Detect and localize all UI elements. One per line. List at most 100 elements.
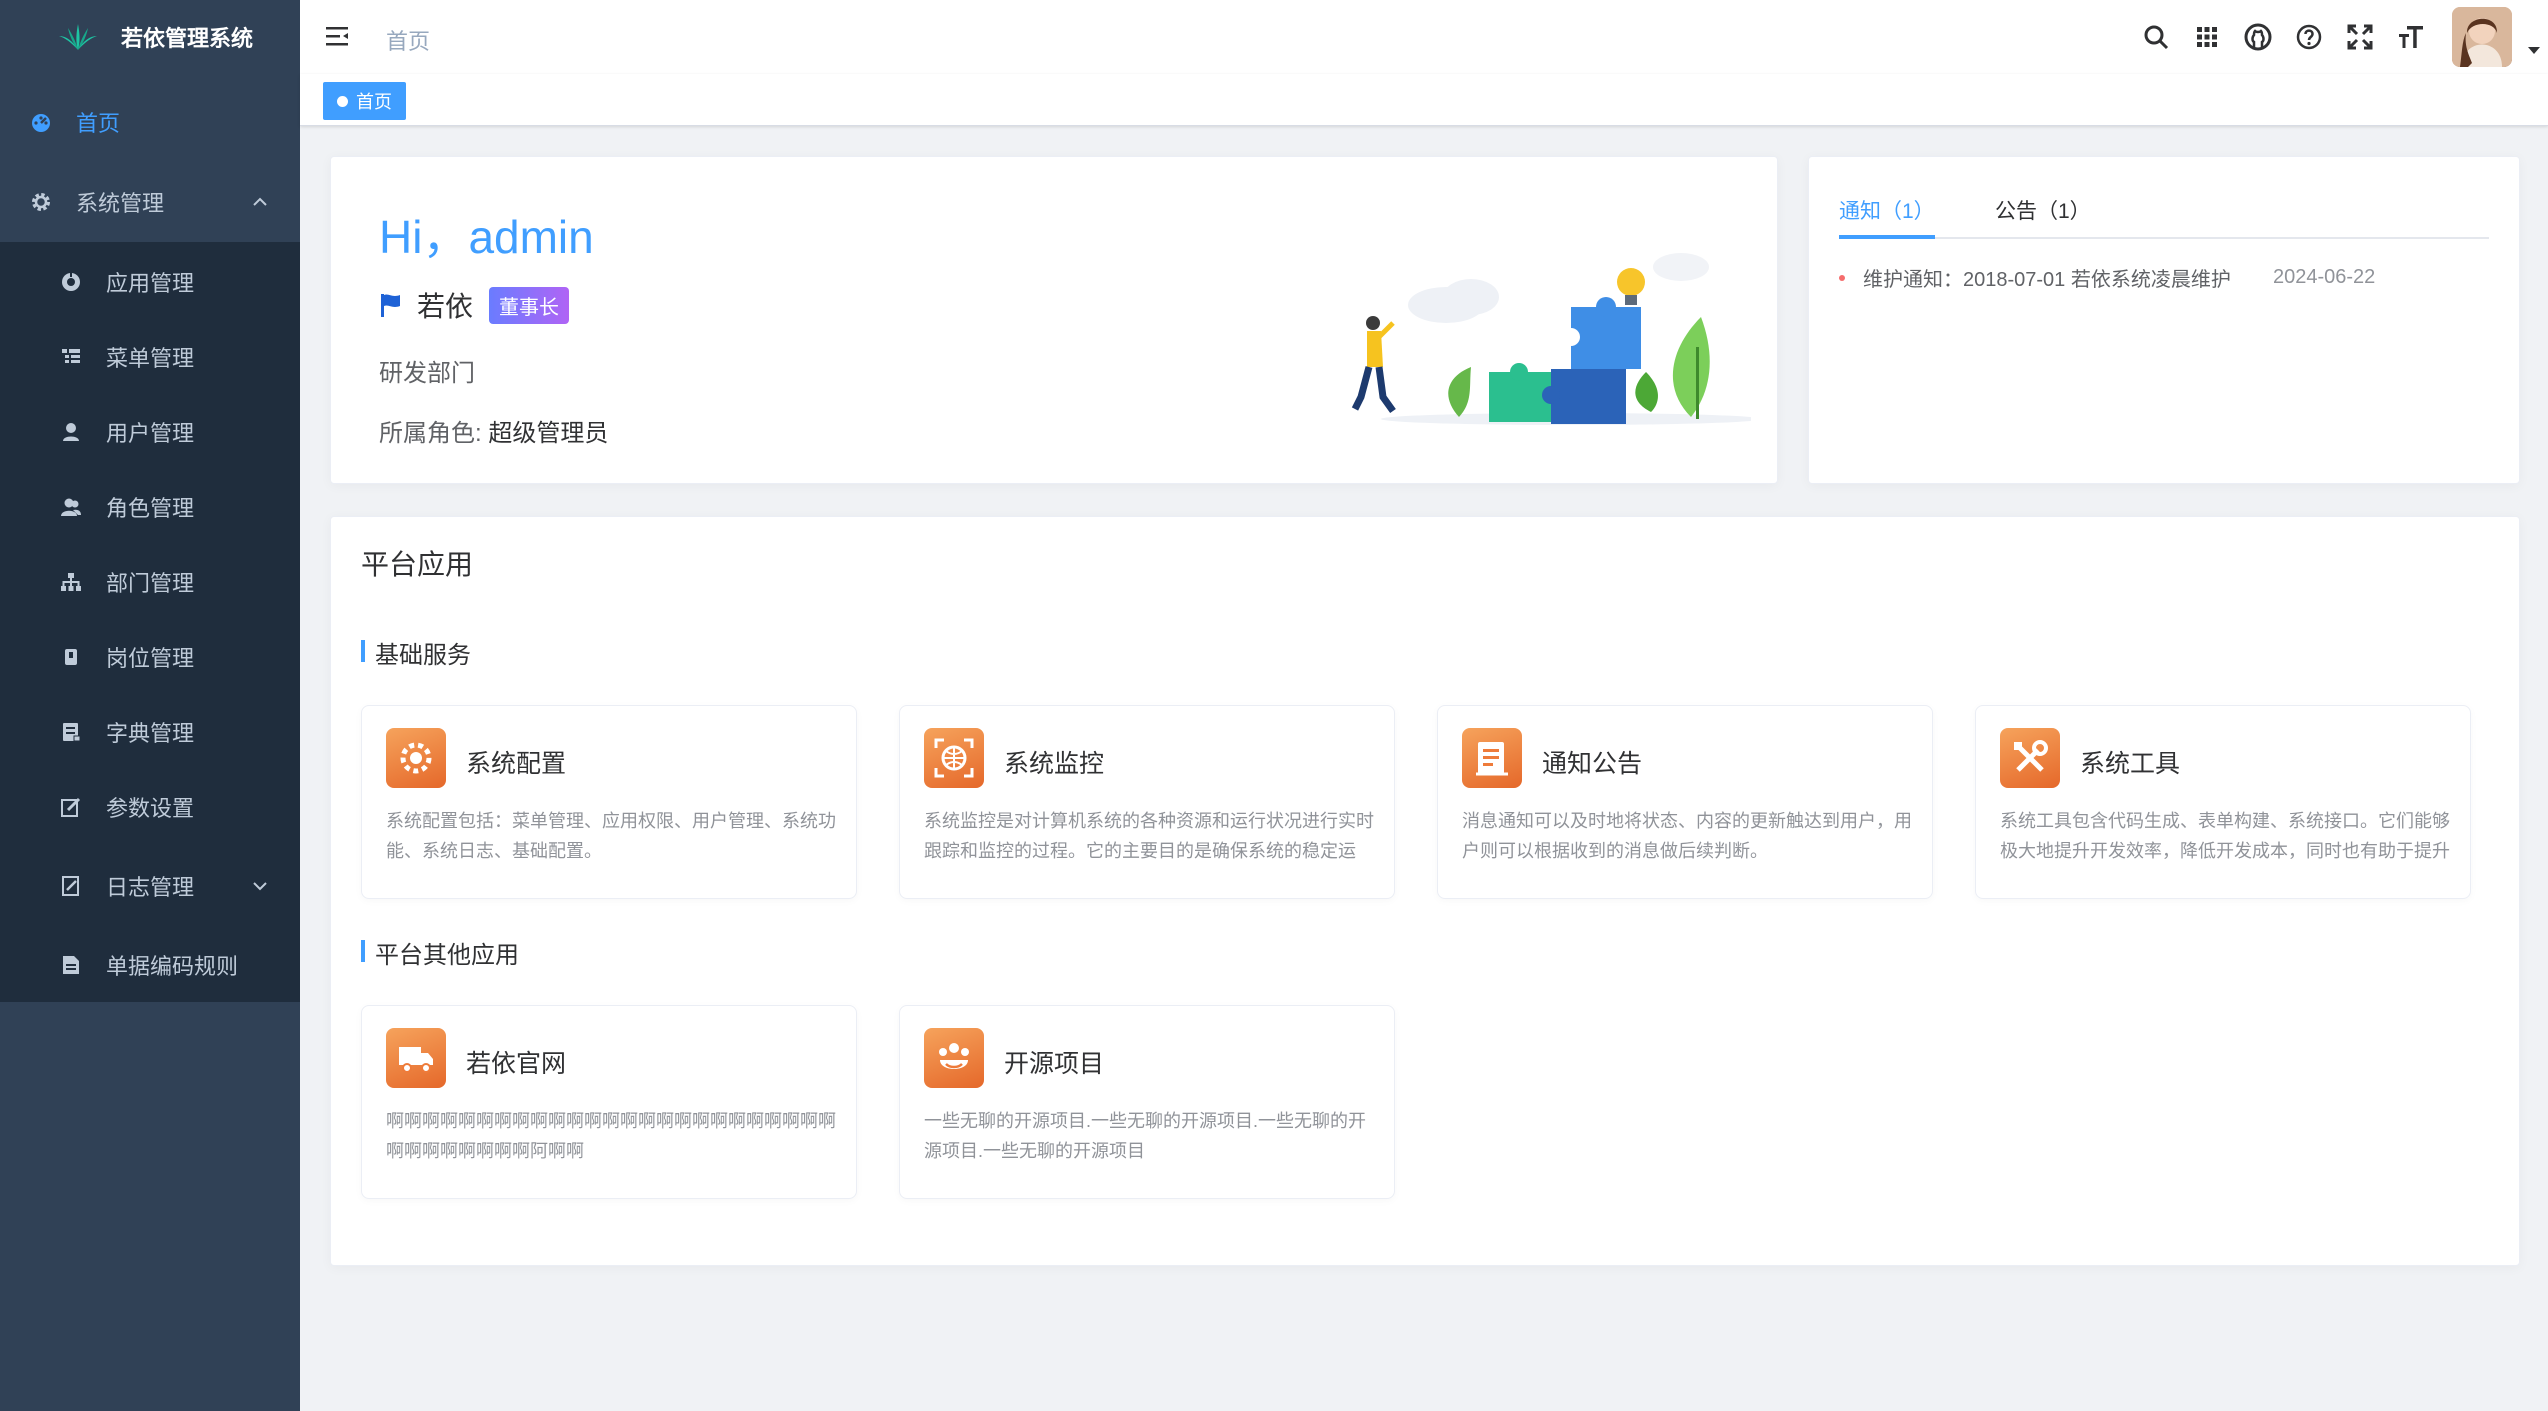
app-card-notice[interactable]: 通知公告 消息通知可以及时地将状态、内容的更新触达到用户，用户则可以根据收到的消… — [1437, 705, 1933, 899]
app-name: 开源项目 — [1004, 1050, 1105, 1078]
sidebar-item-label: 参数设置 — [106, 796, 195, 821]
chevron-down-icon — [253, 882, 267, 891]
app-card-system-config[interactable]: 系统配置 系统配置包括：菜单管理、应用权限、用户管理、系统功能、系统日志、基础配… — [361, 705, 857, 899]
section-title-basic: 基础服务 — [361, 635, 471, 670]
user-name-row: 若依 董事长 — [379, 285, 570, 325]
role-line: 所属角色: 超级管理员 — [379, 413, 608, 448]
notice-title: 维护通知：2018-07-01 若依系统凌晨维护 — [1863, 269, 2231, 291]
app-card-ruoyi-site[interactable]: 若依官网 啊啊啊啊啊啊啊啊啊啊啊啊啊啊啊啊啊啊啊啊啊啊啊啊啊啊啊啊啊啊啊啊啊阿啊… — [361, 1005, 857, 1199]
gear-icon — [30, 191, 52, 213]
notice-card: 通知（1） 公告（1） 维护通知：2018-07-01 若依系统凌晨维护 202… — [1808, 156, 2520, 484]
sidebar-item-label: 字典管理 — [106, 721, 195, 746]
tag-dot — [337, 95, 348, 107]
navbar: 首页 — [300, 0, 2548, 74]
font-size-icon[interactable] — [2385, 0, 2436, 74]
sidebar-item-system[interactable]: 系统管理 — [0, 174, 300, 230]
sidebar-item-home[interactable]: 首页 — [0, 94, 300, 150]
tag-label: 首页 — [356, 92, 392, 112]
tab-active-bar — [1839, 235, 1935, 239]
github-icon[interactable] — [2232, 0, 2283, 74]
sidebar-item-label: 菜单管理 — [106, 346, 195, 371]
search-icon[interactable] — [2130, 0, 2181, 74]
app-card-system-tools[interactable]: 系统工具 系统工具包含代码生成、表单构建、系统接口。它们能够极大地提升开发效率，… — [1975, 705, 2471, 899]
sidebar-item-dict-manage[interactable]: 字典管理 — [0, 702, 300, 762]
app-desc: 消息通知可以及时地将状态、内容的更新触达到用户，用户则可以根据收到的消息做后续判… — [1462, 811, 1912, 861]
sidebar-item-label: 岗位管理 — [106, 646, 195, 671]
notice-tabs: 通知（1） 公告（1） — [1839, 195, 2489, 239]
app-name: 若依官网 — [466, 1050, 567, 1078]
avatar[interactable] — [2452, 7, 2512, 67]
app-name: 系统工具 — [2080, 750, 2181, 778]
app-name: 系统监控 — [1004, 750, 1105, 778]
sidebar-item-dept-manage[interactable]: 部门管理 — [0, 552, 300, 612]
sidebar-item-label: 日志管理 — [106, 875, 195, 900]
platform-apps-card: 平台应用 基础服务 系统配置 系统配置包括：菜单管理、应用权限、用户管理、系统功… — [330, 516, 2520, 1266]
edit-icon — [60, 796, 82, 818]
sidebar-item-log-manage[interactable]: 日志管理 — [0, 856, 300, 916]
fullscreen-icon[interactable] — [2334, 0, 2385, 74]
sidebar-item-label: 系统管理 — [76, 191, 165, 216]
document-icon — [60, 954, 82, 976]
flag-icon — [381, 294, 400, 317]
config-icon — [386, 728, 446, 788]
sidebar-item-label: 用户管理 — [106, 421, 195, 446]
welcome-card: Hi，admin 若依 董事长 研发部门 所属角色: 超级管理员 — [330, 156, 1778, 484]
puzzle-illustration — [1351, 253, 1751, 425]
sidebar-logo[interactable]: 若依管理系统 — [0, 0, 300, 74]
dashboard-icon — [30, 111, 52, 133]
breadcrumb: 首页 — [386, 29, 431, 54]
monitor-icon — [924, 728, 984, 788]
chevron-up-icon — [253, 197, 267, 206]
user-name: 若依 — [417, 291, 474, 322]
notice-item[interactable]: 维护通知：2018-07-01 若依系统凌晨维护 2024-06-22 — [1839, 263, 2489, 292]
app-desc: 系统监控是对计算机系统的各种资源和运行状况进行实时跟踪和监控的过程。它的主要目的… — [924, 811, 1374, 861]
log-icon — [60, 875, 82, 897]
role-value: 超级管理员 — [488, 420, 609, 447]
app-card-open-source[interactable]: 开源项目 一些无聊的开源项目.一些无聊的开源项目.一些无聊的开源项目.一些无聊的… — [899, 1005, 1395, 1199]
app-desc: 啊啊啊啊啊啊啊啊啊啊啊啊啊啊啊啊啊啊啊啊啊啊啊啊啊啊啊啊啊啊啊啊啊阿啊啊 — [386, 1111, 836, 1161]
sidebar-item-user-manage[interactable]: 用户管理 — [0, 402, 300, 462]
app-name: 系统配置 — [466, 750, 567, 778]
truck-icon — [386, 1028, 446, 1088]
position-badge: 董事长 — [489, 286, 570, 324]
tab-announcements[interactable]: 公告（1） — [1995, 195, 2091, 225]
app-title: 若依管理系统 — [121, 26, 254, 51]
grid-icon[interactable] — [2181, 0, 2232, 74]
tag-home[interactable]: 首页 — [323, 82, 406, 120]
post-icon — [60, 646, 82, 668]
sidebar-item-param-settings[interactable]: 参数设置 — [0, 777, 300, 837]
app-desc: 系统配置包括：菜单管理、应用权限、用户管理、系统功能、系统日志、基础配置。 — [386, 811, 836, 861]
sidebar-item-app-manage[interactable]: 应用管理 — [0, 252, 300, 312]
sidebar-item-post-manage[interactable]: 岗位管理 — [0, 627, 300, 687]
app-name: 通知公告 — [1542, 750, 1643, 778]
greeting: Hi，admin — [379, 211, 594, 263]
sidebar-item-label: 角色管理 — [106, 496, 195, 521]
app-desc: 系统工具包含代码生成、表单构建、系统接口。它们能够极大地提升开发效率，降低开发成… — [2000, 811, 2450, 861]
app-icon — [60, 271, 82, 293]
sidebar-item-label: 应用管理 — [106, 271, 195, 296]
tree-icon — [60, 571, 82, 593]
dict-icon — [60, 721, 82, 743]
sidebar-item-role-manage[interactable]: 角色管理 — [0, 477, 300, 537]
apps-title: 平台应用 — [361, 549, 474, 580]
app-card-system-monitor[interactable]: 系统监控 系统监控是对计算机系统的各种资源和运行状况进行实时跟踪和监控的过程。它… — [899, 705, 1395, 899]
question-icon[interactable] — [2283, 0, 2334, 74]
app-desc: 一些无聊的开源项目.一些无聊的开源项目.一些无聊的开源项目.一些无聊的开源项目 — [924, 1111, 1366, 1161]
sidebar-item-menu-manage[interactable]: 菜单管理 — [0, 327, 300, 387]
caret-down-icon[interactable] — [2528, 47, 2540, 55]
tags-view: 首页 — [300, 74, 2548, 126]
hamburger-icon[interactable] — [326, 25, 350, 47]
tools-icon — [2000, 728, 2060, 788]
sidebar-item-doc-code-rules[interactable]: 单据编码规则 — [0, 935, 300, 995]
tree-table-icon — [60, 346, 82, 368]
notice-icon — [1462, 728, 1522, 788]
team-icon — [924, 1028, 984, 1088]
unread-dot — [1839, 274, 1845, 281]
tab-notifications[interactable]: 通知（1） — [1839, 195, 1935, 225]
section-title-other: 平台其他应用 — [361, 935, 519, 970]
role-label: 所属角色: — [379, 420, 482, 447]
sidebar-item-label: 部门管理 — [106, 571, 195, 596]
notice-date: 2024-06-22 — [2273, 266, 2376, 288]
sidebar-item-label: 首页 — [76, 111, 121, 136]
department: 研发部门 — [379, 360, 475, 387]
